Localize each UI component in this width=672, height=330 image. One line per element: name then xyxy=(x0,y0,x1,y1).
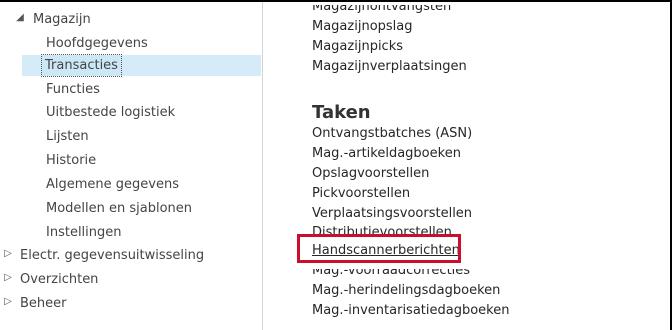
expand-arrow-icon[interactable]: ◢ xyxy=(14,12,26,23)
link-mag-artikeldagboeken[interactable]: Mag.-artikeldagboeken xyxy=(312,144,461,164)
highlight-annotation-box xyxy=(297,234,461,263)
nav-item-label: Algemene gegevens xyxy=(46,177,179,192)
nav-item-historie[interactable]: Historie xyxy=(46,150,96,171)
nav-item-magazijn[interactable]: Magazijn xyxy=(33,9,91,30)
link-mag-voorraadcorrecties[interactable]: Mag.-voorraadcorrecties xyxy=(312,269,470,281)
link-magazijnverplaatsingen[interactable]: Magazijnverplaatsingen xyxy=(312,57,467,77)
collapse-arrow-icon[interactable]: ▷ xyxy=(2,272,14,283)
link-pickvoorstellen[interactable]: Pickvoorstellen xyxy=(312,184,410,204)
link-mag-inventarisatiedagboeken[interactable]: Mag.-inventarisatiedagboeken xyxy=(312,301,509,321)
link-magazijnpicks[interactable]: Magazijnpicks xyxy=(312,37,403,57)
section-title-taken: Taken xyxy=(312,102,371,123)
nav-item-label: Magazijn xyxy=(33,12,91,27)
nav-item-label: Hoofdgegevens xyxy=(46,36,148,51)
link-magazijnopslag[interactable]: Magazijnopslag xyxy=(312,17,413,37)
nav-item-functies[interactable]: Functies xyxy=(46,79,100,100)
link-mag-herindelingsdagboeken[interactable]: Mag.-herindelingsdagboeken xyxy=(312,281,500,301)
collapse-arrow-icon[interactable]: ▷ xyxy=(2,248,14,259)
app-window: ◢ Magazijn Hoofdgegevens Transacties Fun… xyxy=(0,0,672,330)
link-magazijnontvangsten[interactable]: Magazijnontvangsten xyxy=(312,5,451,17)
nav-item-label: Modellen en sjablonen xyxy=(46,201,193,216)
link-ontvangstbatches[interactable]: Ontvangstbatches (ASN) xyxy=(312,124,472,144)
nav-item-label: Uitbestede logistiek xyxy=(46,105,176,120)
nav-item-modellen-en-sjablonen[interactable]: Modellen en sjablonen xyxy=(46,198,192,219)
nav-item-label: Beheer xyxy=(20,296,67,311)
nav-item-label: Lijsten xyxy=(46,129,89,144)
nav-item-label: Instellingen xyxy=(46,225,122,240)
nav-item-hoofdgegevens[interactable]: Hoofdgegevens xyxy=(46,33,148,54)
nav-item-instellingen[interactable]: Instellingen xyxy=(46,222,122,243)
nav-item-transacties[interactable]: Transacties xyxy=(41,54,122,77)
nav-item-label: Functies xyxy=(46,82,100,97)
nav-item-label: Overzichten xyxy=(20,272,99,287)
nav-item-electr-gegevensuitwisseling[interactable]: Electr. gegevensuitwisseling xyxy=(20,245,204,266)
content-pane: Magazijnontvangsten Magazijnopslag Magaz… xyxy=(263,2,670,330)
link-verplaatsingsvoorstellen[interactable]: Verplaatsingsvoorstellen xyxy=(312,204,472,224)
nav-item-label: Historie xyxy=(46,153,97,168)
nav-item-beheer[interactable]: Beheer xyxy=(20,293,67,314)
nav-item-lijsten[interactable]: Lijsten xyxy=(46,126,89,147)
nav-item-algemene-gegevens[interactable]: Algemene gegevens xyxy=(46,174,179,195)
nav-item-label: Electr. gegevensuitwisseling xyxy=(20,248,205,263)
nav-item-label: Transacties xyxy=(41,54,122,77)
link-opslagvoorstellen[interactable]: Opslagvoorstellen xyxy=(312,164,429,184)
navigation-pane: ◢ Magazijn Hoofdgegevens Transacties Fun… xyxy=(0,2,262,330)
collapse-arrow-icon[interactable]: ▷ xyxy=(2,296,14,307)
nav-item-uitbestede-logistiek[interactable]: Uitbestede logistiek xyxy=(46,102,175,123)
nav-item-overzichten[interactable]: Overzichten xyxy=(20,269,98,290)
